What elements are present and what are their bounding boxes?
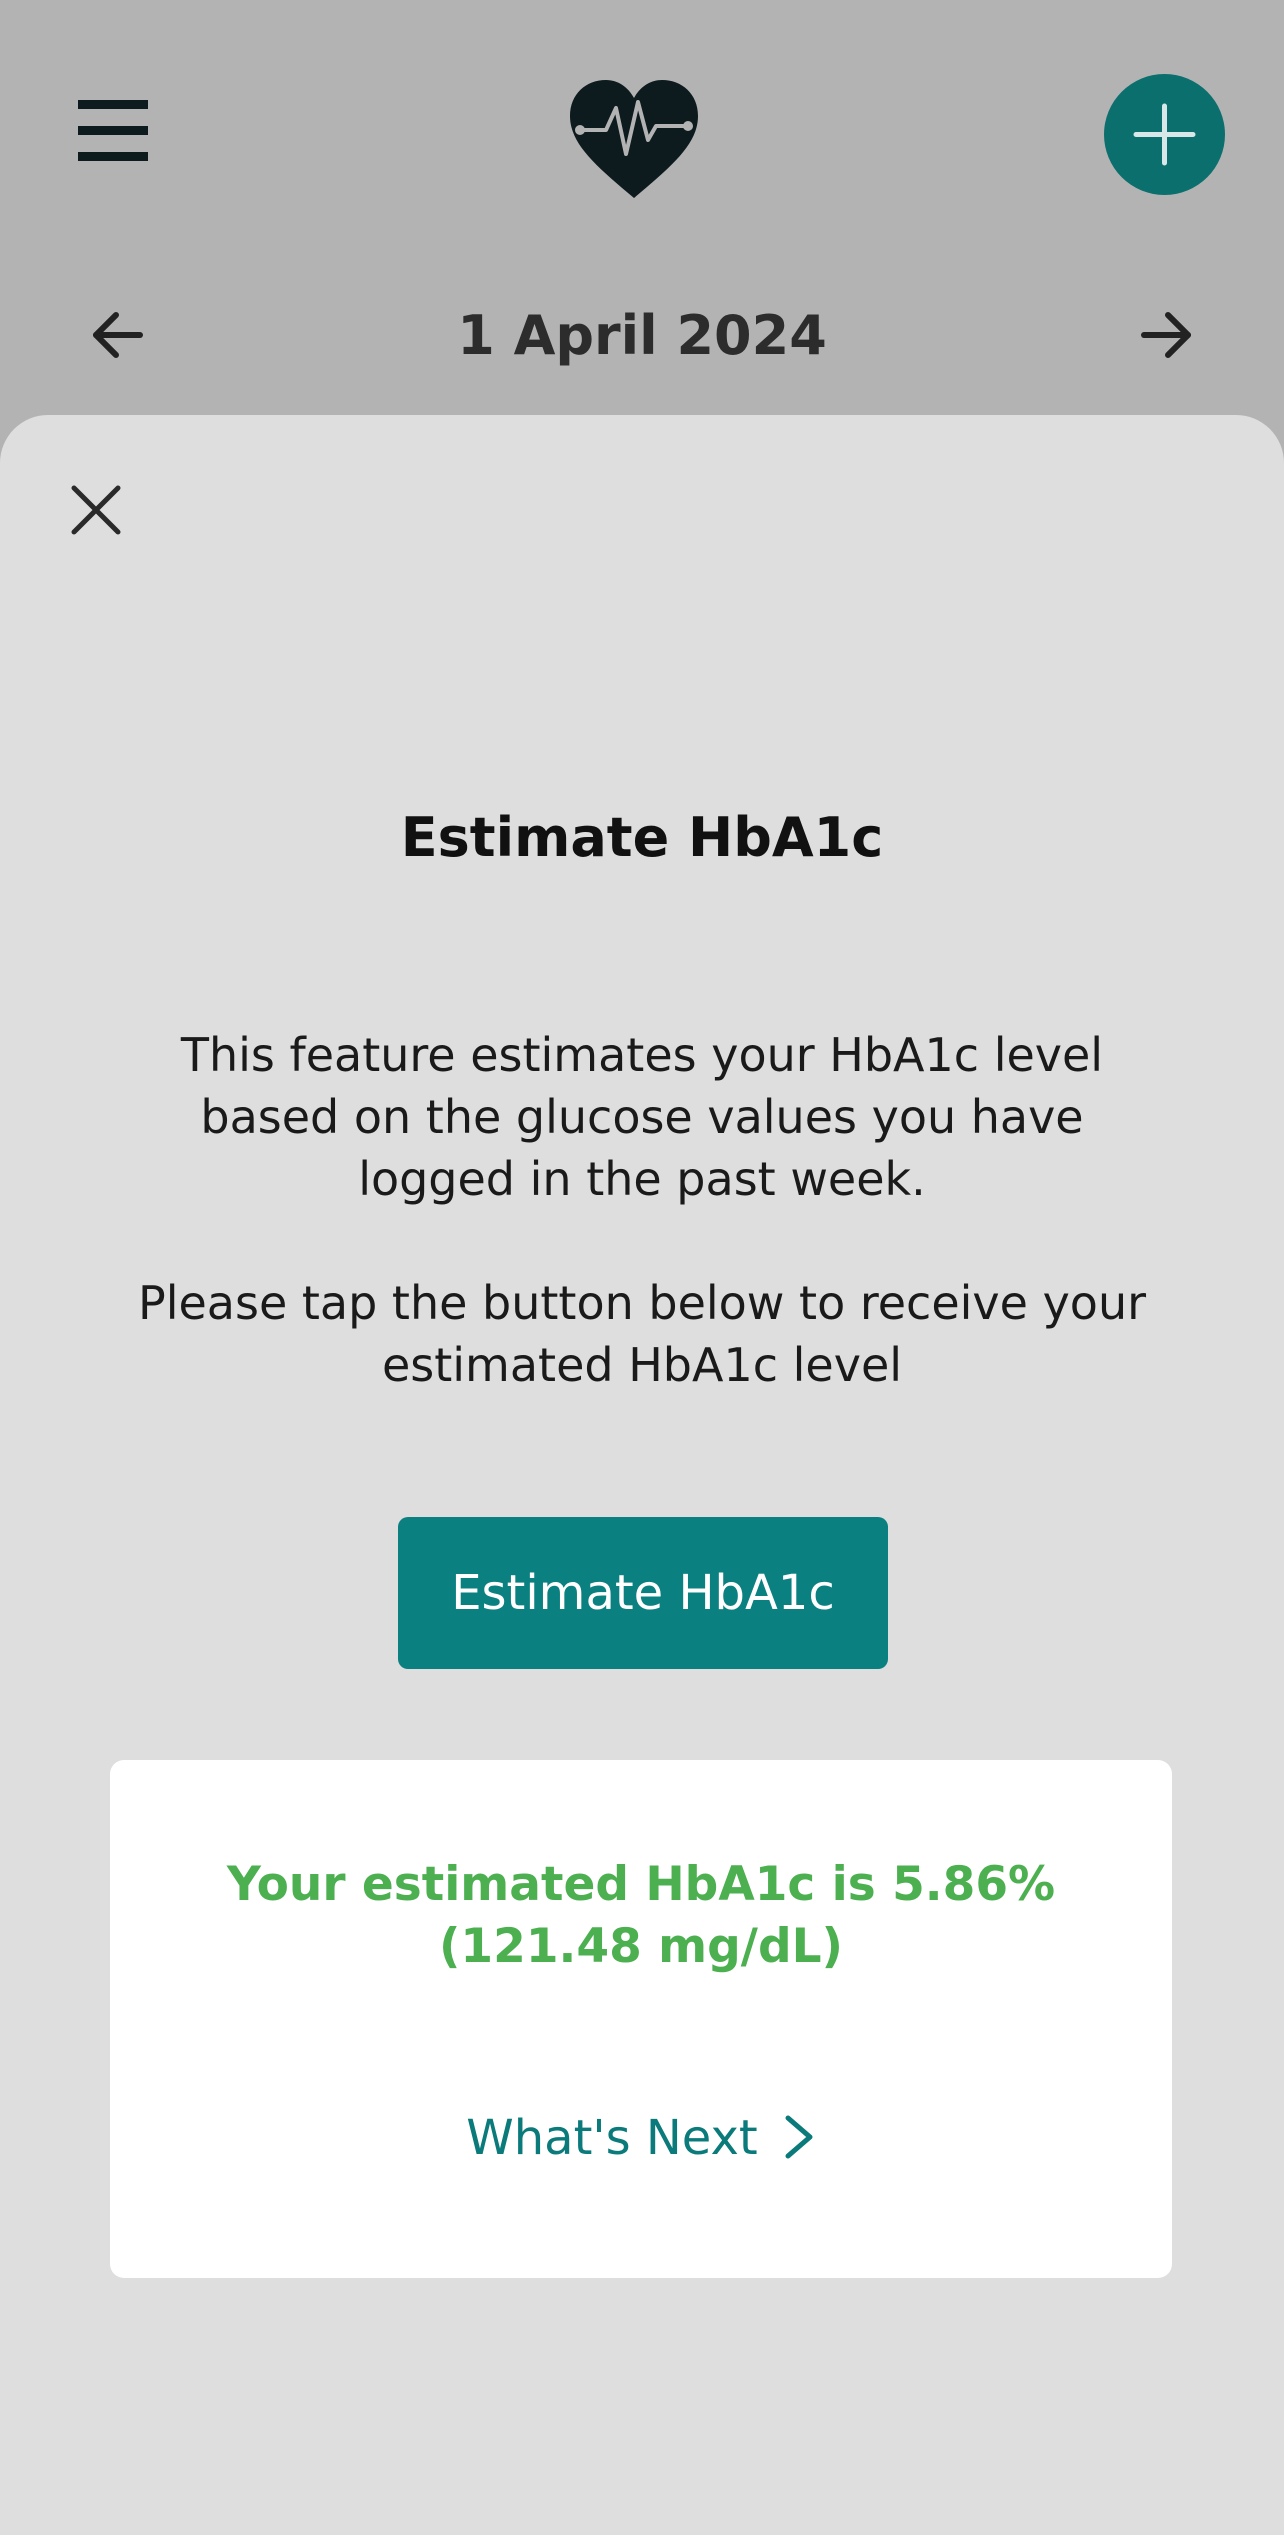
feature-description: This feature estimates your HbA1c level …: [180, 1028, 1104, 1206]
heart-pulse-icon: [570, 80, 698, 198]
instruction-text: Please tap the button below to receive y…: [137, 1276, 1147, 1392]
app-header: 1 April 2024: [0, 0, 1284, 420]
date-navigator: 1 April 2024: [0, 290, 1284, 380]
result-card: Your estimated HbA1c is 5.86% (121.48 mg…: [110, 1760, 1172, 2278]
add-entry-button[interactable]: [1104, 74, 1225, 195]
current-date: 1 April 2024: [457, 304, 827, 367]
chevron-right-icon: [785, 2115, 813, 2159]
result-percentage: Your estimated HbA1c is 5.86%: [226, 1857, 1056, 1912]
next-day-button[interactable]: [1138, 310, 1194, 360]
sheet-title: Estimate HbA1c: [400, 806, 884, 869]
whats-next-link[interactable]: What's Next: [110, 2110, 1172, 2166]
close-icon[interactable]: [66, 480, 126, 540]
whats-next-label: What's Next: [466, 2110, 758, 2166]
result-mgdl: (121.48 mg/dL): [438, 1919, 844, 1974]
plus-icon: [1133, 103, 1196, 166]
result-text: Your estimated HbA1c is 5.86% (121.48 mg…: [150, 1854, 1132, 1978]
estimate-hba1c-button[interactable]: Estimate HbA1c: [398, 1517, 888, 1669]
menu-button[interactable]: [70, 100, 156, 170]
